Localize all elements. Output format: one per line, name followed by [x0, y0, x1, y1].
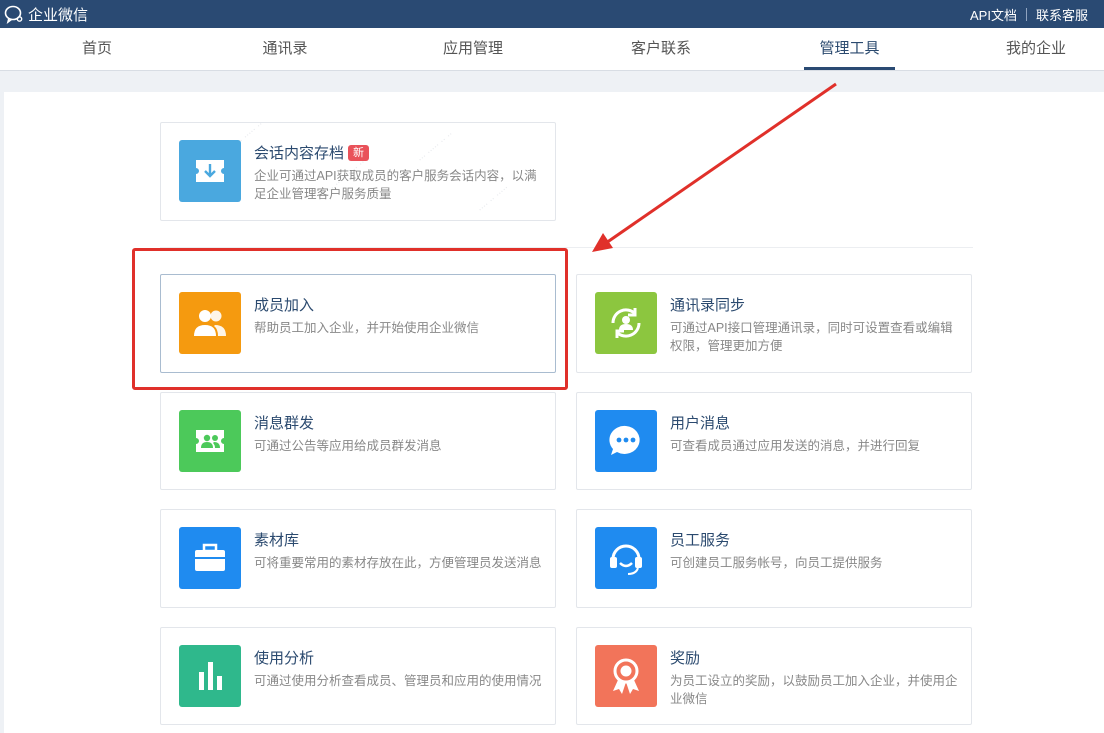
new-badge: 新	[348, 144, 370, 161]
top-link-divider	[1025, 7, 1027, 21]
contact-support-link[interactable]: 联系客服	[1036, 5, 1088, 24]
tool-desc: 可创建员工服务帐号，向员工提供服务	[670, 556, 883, 570]
tool-card-usage-analysis[interactable]: 使用分析 可通过使用分析查看成员、管理员和应用的使用情况	[160, 627, 556, 725]
nav-tab-app-management[interactable]: 应用管理	[440, 28, 506, 70]
tool-title: 通讯录同步	[670, 297, 746, 314]
tool-card-employee-service[interactable]: 员工服务 可创建员工服务帐号，向员工提供服务	[576, 509, 972, 608]
tool-desc: 可通过API接口管理通讯录，同时可设置查看或编辑权限，管理更加方便	[670, 321, 953, 353]
nav-tab-customer-contact[interactable]: 客户联系	[628, 28, 694, 70]
tool-card-contact-sync[interactable]: 通讯录同步 可通过API接口管理通讯录，同时可设置查看或编辑权限，管理更加方便	[576, 274, 972, 373]
tool-card-conversation-archive[interactable]: ··· ·· ····· ·· ·· ···· ····· ··· ··· ··…	[160, 122, 556, 221]
tool-title: 会话内容存档 新	[254, 142, 370, 163]
wecom-logo-icon	[4, 5, 23, 24]
tool-card-rewards[interactable]: 奖励 为员工设立的奖励，以鼓励员工加入企业，并使用企业微信	[576, 627, 972, 725]
tool-desc: 可将重要常用的素材存放在此，方便管理员发送消息	[254, 556, 542, 570]
tool-title: 员工服务	[670, 532, 731, 549]
archive-download-icon	[179, 140, 241, 202]
tool-card-member-join[interactable]: 成员加入 帮助员工加入企业，并开始使用企业微信	[160, 274, 556, 373]
tool-title: 使用分析	[254, 650, 315, 667]
tool-desc: 帮助员工加入企业，并开始使用企业微信	[254, 321, 480, 335]
main-nav: 首页 通讯录 应用管理 客户联系 管理工具 我的企业	[0, 28, 1104, 71]
section-divider	[160, 247, 973, 248]
tool-desc: 可通过使用分析查看成员、管理员和应用的使用情况	[254, 674, 542, 688]
svg-text:··· ····· ·· ··: ··· ····· ·· ··	[417, 130, 456, 165]
award-medal-icon	[595, 645, 657, 707]
tool-desc: 企业可通过API获取成员的客户服务会话内容，以满足企业管理客户服务质量	[254, 169, 537, 201]
bar-chart-icon	[179, 645, 241, 707]
tool-title: 素材库	[254, 532, 300, 549]
tool-card-material-library[interactable]: 素材库 可将重要常用的素材存放在此，方便管理员发送消息	[160, 509, 556, 608]
tool-title: 用户消息	[670, 415, 731, 432]
top-bar: 企业微信 API文档 联系客服	[0, 0, 1104, 28]
tool-title: 成员加入	[254, 297, 315, 314]
headset-icon	[595, 527, 657, 589]
tool-card-broadcast[interactable]: 消息群发 可通过公告等应用给成员群发消息	[160, 392, 556, 490]
nav-tab-contacts[interactable]: 通讯录	[258, 28, 312, 70]
nav-tab-my-enterprise[interactable]: 我的企业	[1003, 28, 1069, 70]
tool-desc: 可通过公告等应用给成员群发消息	[254, 439, 442, 453]
broadcast-message-icon	[179, 410, 241, 472]
nav-tab-home[interactable]: 首页	[72, 28, 122, 70]
tool-desc: 为员工设立的奖励，以鼓励员工加入企业，并使用企业微信	[670, 674, 958, 706]
brand[interactable]: 企业微信	[4, 3, 88, 25]
chat-bubble-icon	[595, 410, 657, 472]
briefcase-icon	[179, 527, 241, 589]
members-icon	[179, 292, 241, 354]
tool-title: 消息群发	[254, 415, 315, 432]
nav-tab-management-tools[interactable]: 管理工具	[804, 28, 895, 70]
tool-desc: 可查看成员通过应用发送的消息，并进行回复	[670, 439, 921, 453]
brand-name: 企业微信	[28, 6, 89, 24]
api-docs-link[interactable]: API文档	[970, 5, 1017, 24]
sync-contact-icon	[595, 292, 657, 354]
tool-card-user-messages[interactable]: 用户消息 可查看成员通过应用发送的消息，并进行回复	[576, 392, 972, 490]
tool-title: 奖励	[670, 650, 701, 667]
